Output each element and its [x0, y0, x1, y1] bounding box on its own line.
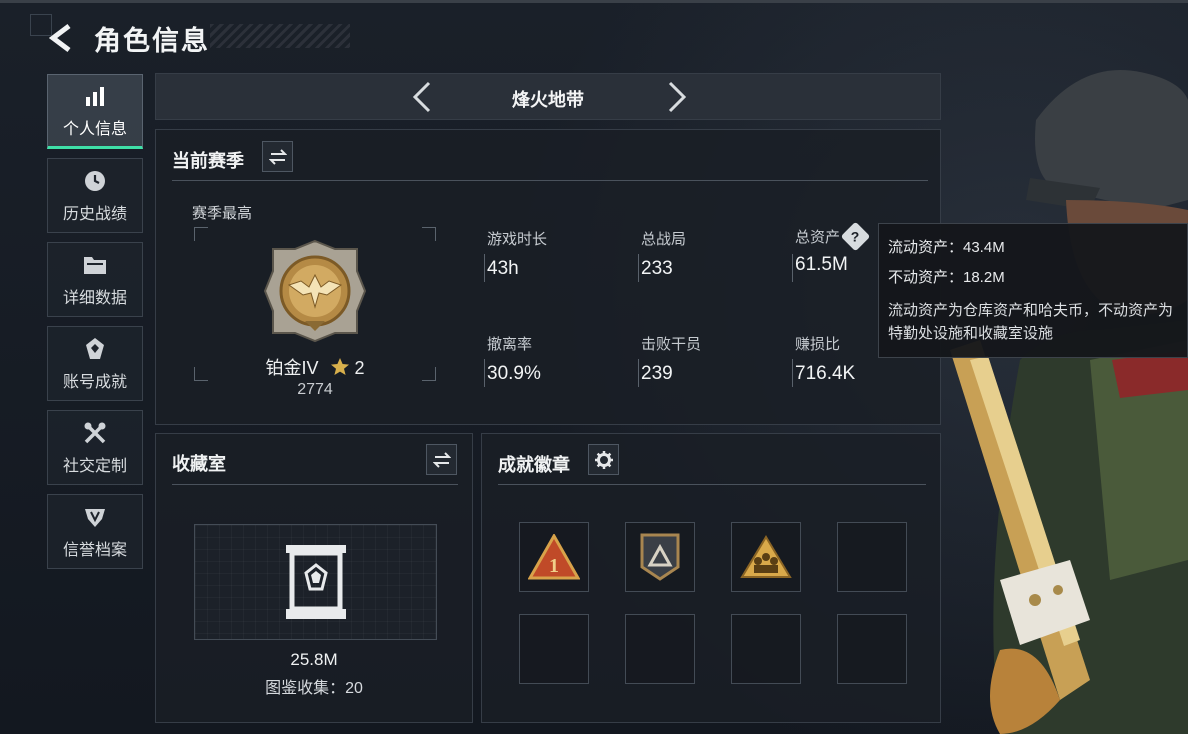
sidebar-item-label: 历史战绩: [62, 205, 127, 223]
tools-icon: [82, 420, 108, 446]
stat-value: 716.4K: [795, 363, 856, 384]
stat-separator: [484, 254, 485, 282]
sidebar-item-label: 个人信息: [62, 120, 127, 138]
stat-separator: [484, 359, 485, 387]
vault-preview[interactable]: [194, 524, 437, 640]
sidebar: 个人信息 历史战绩 详细数据 账号成就 社交定制 信誉档案: [47, 74, 143, 578]
folder-icon: [82, 252, 108, 278]
season-divider: [172, 180, 928, 181]
sidebar-item-label: 详细数据: [62, 289, 127, 307]
back-arrow-icon: [49, 24, 71, 52]
stat-label: 撤离率: [487, 336, 533, 353]
gear-icon: [594, 450, 613, 469]
stat-separator: [792, 254, 793, 282]
top-divider: [0, 0, 1188, 3]
stat-value: 233: [641, 258, 673, 279]
stat-value: 30.9%: [487, 363, 541, 384]
svg-text:1: 1: [549, 555, 559, 577]
stat-separator: [638, 254, 639, 282]
star-icon: [330, 358, 349, 375]
sidebar-item-history[interactable]: 历史战绩: [47, 158, 143, 233]
medal-slot-2[interactable]: [625, 522, 695, 592]
rank-name-text: 铂金IV: [265, 358, 319, 378]
stat-play-time: 游戏时长 43h: [487, 228, 627, 280]
tooltip-liquid-assets: 流动资产：43.4M: [888, 239, 1005, 256]
swap-icon: [432, 451, 451, 468]
help-icon[interactable]: ?: [840, 221, 871, 252]
sidebar-item-social[interactable]: 社交定制: [47, 410, 143, 485]
mode-name: 烽火地带: [512, 90, 584, 110]
tooltip-description: 流动资产为仓库资产和哈夫币，不动资产为特勤处设施和收藏室设施: [888, 302, 1174, 342]
rank-stars: 2: [354, 358, 365, 378]
achievements-title: 成就徽章: [498, 455, 570, 475]
corner-mark: [194, 227, 208, 241]
sidebar-item-label: 社交定制: [62, 457, 127, 475]
corner-mark: [422, 227, 436, 241]
stat-operators-defeated: 击败干员 239: [641, 333, 781, 385]
medal-slot-4[interactable]: [837, 522, 907, 592]
stat-separator: [792, 359, 793, 387]
sidebar-item-label: 账号成就: [62, 373, 127, 391]
soldiers-medal-icon: [740, 535, 792, 578]
page-title: 角色信息: [94, 25, 210, 56]
triangle-medal-1-icon: 1: [528, 534, 580, 580]
medal-slot-3[interactable]: [731, 522, 801, 592]
character-portrait: [950, 70, 1188, 734]
achievements-panel: 成就徽章 1: [481, 433, 941, 723]
sidebar-item-personal-info[interactable]: 个人信息: [47, 74, 143, 149]
collection-panel: 收藏室 25.8M 图鉴收集：20: [155, 433, 473, 723]
medal-slot-6[interactable]: [625, 614, 695, 684]
medal-slot-7[interactable]: [731, 614, 801, 684]
shield-icon: [82, 504, 108, 530]
collection-switch-button[interactable]: [426, 444, 457, 475]
title-stripes: [210, 24, 350, 48]
collection-divider: [172, 484, 458, 485]
assets-tooltip: 流动资产：43.4M 不动资产：18.2M 流动资产为仓库资产和哈夫币，不动资产…: [878, 223, 1188, 358]
badge-settings-button[interactable]: [588, 444, 619, 475]
rank-name: 铂金IV 2: [194, 354, 436, 380]
rank-score: 2774: [297, 381, 333, 398]
gem-badge-icon: [82, 336, 108, 362]
chevron-medal-icon: [640, 533, 680, 581]
season-best-label: 赛季最高: [192, 205, 253, 222]
mode-selector: 烽火地带: [155, 73, 941, 120]
sidebar-item-reputation[interactable]: 信誉档案: [47, 494, 143, 569]
switch-season-button[interactable]: [262, 141, 293, 172]
collection-title: 收藏室: [172, 454, 226, 474]
clock-icon: [82, 168, 108, 194]
stat-total-matches: 总战局 233: [641, 228, 781, 280]
sidebar-item-achievements[interactable]: 账号成就: [47, 326, 143, 401]
stat-value: 43h: [487, 258, 519, 279]
swap-icon: [268, 148, 287, 165]
achievements-divider: [498, 484, 926, 485]
stat-value: 239: [641, 363, 673, 384]
stat-label: 游戏时长: [487, 231, 548, 248]
season-panel: 当前赛季 赛季最高 铂金IV 2 2774 游戏时长 43h 总战局 233 总…: [155, 129, 941, 425]
sidebar-item-label: 信誉档案: [62, 541, 127, 559]
back-button[interactable]: [48, 23, 76, 53]
collection-count: 图鉴收集：20: [265, 680, 363, 697]
next-mode-button[interactable]: [661, 81, 693, 113]
medal-slot-5[interactable]: [519, 614, 589, 684]
stat-label: 击败干员: [641, 336, 702, 353]
sidebar-item-detail-data[interactable]: 详细数据: [47, 242, 143, 317]
stat-separator: [638, 359, 639, 387]
stat-label: 总战局: [641, 231, 687, 248]
collection-value: 25.8M: [290, 650, 338, 669]
bar-chart-icon: [82, 83, 108, 109]
stat-extraction-rate: 撤离率 30.9%: [487, 333, 627, 385]
stat-label: 总资产: [795, 229, 841, 246]
tooltip-fixed-assets: 不动资产：18.2M: [888, 269, 1005, 286]
medal-slot-1[interactable]: 1: [519, 522, 589, 592]
medal-slot-8[interactable]: [837, 614, 907, 684]
chevron-right-icon: [668, 81, 687, 113]
display-case-icon: [286, 545, 346, 619]
season-title: 当前赛季: [172, 151, 244, 171]
header: 角色信息: [48, 20, 210, 56]
platinum-rank-badge-icon: [263, 239, 367, 343]
